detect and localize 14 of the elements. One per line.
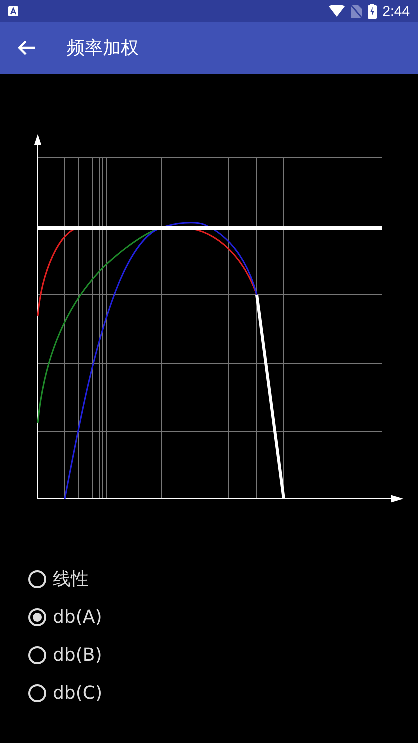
radio-button[interactable] <box>28 646 47 664</box>
no-sim-icon <box>350 4 362 18</box>
radio-button[interactable] <box>28 570 47 588</box>
battery-charging-icon <box>368 4 377 18</box>
wifi-icon <box>328 5 345 17</box>
option-label: db(C) <box>53 682 102 704</box>
radio-button[interactable] <box>28 608 47 626</box>
option-label: db(B) <box>53 644 102 666</box>
notification-icon <box>8 6 19 16</box>
screen-title: 频率加权 <box>67 37 139 60</box>
status-time: 2:44 <box>382 3 410 19</box>
radio-button[interactable] <box>28 684 47 702</box>
option-label: 线性 <box>53 568 89 591</box>
option-label: db(A) <box>53 606 102 628</box>
